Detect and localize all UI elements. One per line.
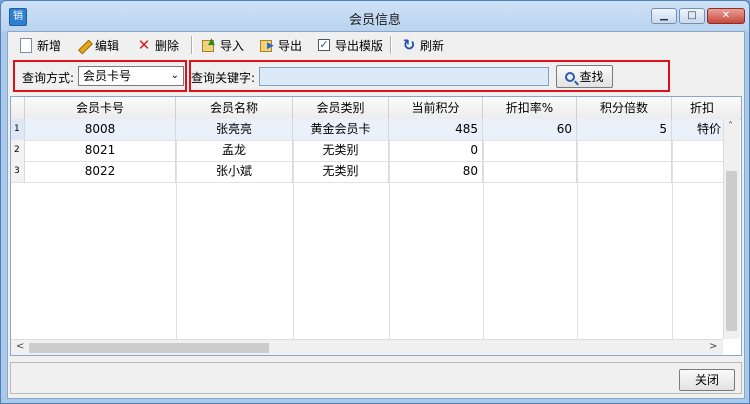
member-type-cell: 无类别 xyxy=(293,161,389,182)
discount-cell xyxy=(483,140,577,161)
extra-cell xyxy=(672,161,725,182)
row-number: 2 xyxy=(11,140,25,161)
scroll-left-icon[interactable]: < xyxy=(16,341,24,352)
checkbox-template-icon: ✓ xyxy=(318,38,330,51)
column-header[interactable]: 折扣率% xyxy=(483,97,577,119)
member-type-cell: 无类别 xyxy=(293,140,389,161)
column-header[interactable]: 会员类别 xyxy=(293,97,389,119)
maximize-button[interactable]: □ xyxy=(679,8,705,24)
query-mode-label: 查询方式: xyxy=(22,71,75,85)
table-row[interactable]: 3 8022 张小斌 无类别 80 xyxy=(11,161,725,183)
table-header: 会员卡号 会员名称 会员类别 当前积分 折扣率% 积分倍数 折扣 xyxy=(11,97,741,120)
new-label: 新增 xyxy=(37,38,62,53)
member-name-cell: 张亮亮 xyxy=(176,119,293,140)
card-number-cell: 8021 xyxy=(25,140,176,161)
keyword-input[interactable] xyxy=(259,67,549,86)
vertical-scroll-thumb[interactable] xyxy=(726,171,737,331)
toolbar-separator xyxy=(390,36,392,54)
search-label: 查找 xyxy=(579,70,604,84)
export-icon xyxy=(259,37,275,53)
client-area: 新增 编辑 ✕ 删除 导入 导出 ✓ 导出模版 xyxy=(7,31,745,399)
member-table: 会员卡号 会员名称 会员类别 当前积分 折扣率% 积分倍数 折扣 1 8008 … xyxy=(10,96,742,356)
row-number-header xyxy=(11,97,25,119)
delete-x-icon: ✕ xyxy=(137,36,151,54)
import-button[interactable]: 导入 xyxy=(201,36,244,54)
refresh-button[interactable]: ↻ 刷新 xyxy=(401,36,444,54)
scroll-right-icon[interactable]: > xyxy=(709,341,717,352)
refresh-label: 刷新 xyxy=(420,38,445,53)
close-button[interactable]: 关闭 xyxy=(679,369,735,391)
column-header[interactable]: 会员卡号 xyxy=(25,97,176,119)
export-template-label: 导出模版 xyxy=(335,38,384,53)
row-number: 1 xyxy=(11,119,25,140)
discount-cell: 60 xyxy=(483,119,577,140)
minimize-button[interactable]: ▁ xyxy=(651,8,677,24)
toolbar-separator xyxy=(191,36,193,54)
edit-button[interactable]: 编辑 xyxy=(76,36,119,54)
vertical-scrollbar[interactable]: ˄ xyxy=(723,119,740,339)
extra-cell xyxy=(672,140,725,161)
query-mode-select[interactable]: 会员卡号 ⌄ xyxy=(78,66,184,86)
new-button[interactable]: 新增 xyxy=(18,36,61,54)
discount-cell xyxy=(483,161,577,182)
close-window-button[interactable]: ✕ xyxy=(707,8,745,24)
refresh-icon: ↻ xyxy=(402,36,416,54)
edit-label: 编辑 xyxy=(95,38,120,53)
column-header[interactable]: 积分倍数 xyxy=(577,97,672,119)
member-name-cell: 张小斌 xyxy=(176,161,293,182)
new-document-icon xyxy=(20,37,32,53)
points-cell: 485 xyxy=(389,119,483,140)
multiple-cell: 5 xyxy=(577,119,672,140)
horizontal-scrollbar[interactable]: < > xyxy=(11,339,723,355)
member-type-cell: 黄金会员卡 xyxy=(293,119,389,140)
footer-bar: 关闭 xyxy=(10,362,742,394)
column-header[interactable]: 会员名称 xyxy=(176,97,293,119)
card-number-cell: 8022 xyxy=(25,161,176,182)
table-row[interactable]: 1 8008 张亮亮 黄金会员卡 485 60 5 特价 xyxy=(11,119,725,141)
export-button[interactable]: 导出 xyxy=(259,36,302,54)
pencil-icon xyxy=(76,37,92,53)
scroll-up-icon[interactable]: ˄ xyxy=(728,121,733,132)
column-header[interactable]: 折扣 xyxy=(672,97,732,119)
member-name-cell: 孟龙 xyxy=(176,140,293,161)
keyword-label: 查询关键字: xyxy=(191,71,256,85)
import-icon xyxy=(201,37,217,53)
toolbar: 新增 编辑 ✕ 删除 导入 导出 ✓ 导出模版 xyxy=(8,32,744,58)
window-title: 会员信息 xyxy=(348,13,401,28)
table-row[interactable]: 2 8021 孟龙 无类别 0 xyxy=(11,140,725,162)
points-cell: 80 xyxy=(389,161,483,182)
title-bar[interactable]: 销 会员信息 ▁ □ ✕ xyxy=(1,1,749,31)
search-icon xyxy=(565,71,576,82)
row-number: 3 xyxy=(11,161,25,182)
window: 销 会员信息 ▁ □ ✕ 新增 编辑 ✕ 删除 导入 xyxy=(0,0,750,404)
export-label: 导出 xyxy=(278,38,303,53)
extra-cell: 特价 xyxy=(672,119,725,140)
multiple-cell xyxy=(577,140,672,161)
query-mode-value: 会员卡号 xyxy=(83,69,132,83)
column-header[interactable]: 当前积分 xyxy=(389,97,483,119)
export-template-button[interactable]: ✓ 导出模版 xyxy=(316,36,383,54)
delete-label: 删除 xyxy=(155,38,180,53)
query-bar: 查询方式: 会员卡号 ⌄ 查询关键字: 查找 xyxy=(8,58,744,94)
delete-button[interactable]: ✕ 删除 xyxy=(136,36,179,54)
card-number-cell: 8008 xyxy=(25,119,176,140)
points-cell: 0 xyxy=(389,140,483,161)
chevron-down-icon: ⌄ xyxy=(170,70,179,81)
horizontal-scroll-thumb[interactable] xyxy=(29,343,269,353)
import-label: 导入 xyxy=(220,38,245,53)
multiple-cell xyxy=(577,161,672,182)
search-button[interactable]: 查找 xyxy=(556,65,613,88)
